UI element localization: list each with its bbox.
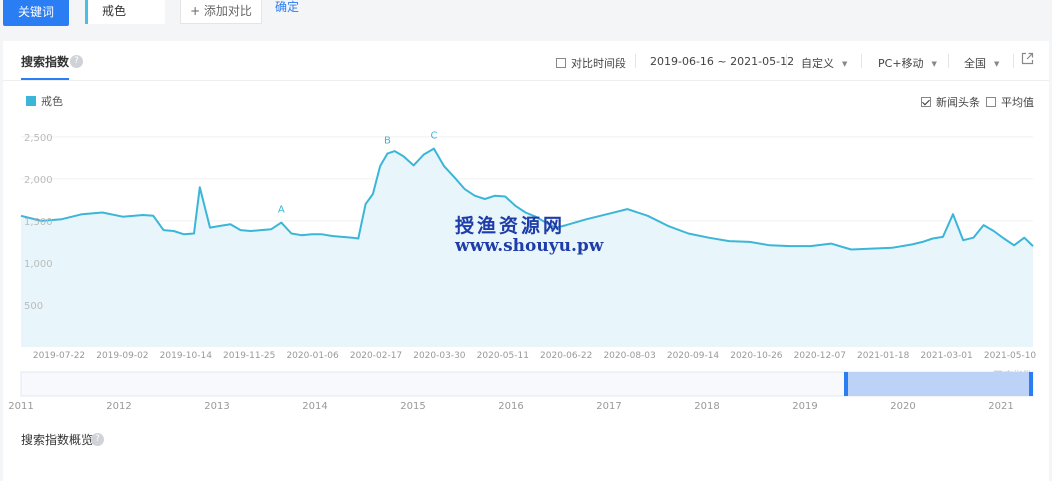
annotation-label: A (278, 205, 285, 216)
navigator-year-label: 2011 (8, 401, 33, 412)
y-tick-label: 2,500 (24, 133, 53, 144)
x-tick-label: 2021-05-10 (984, 351, 1037, 361)
x-tick-label: 2020-08-03 (603, 351, 655, 361)
y-tick-label: 500 (24, 301, 43, 312)
navigator-handle-left (844, 372, 848, 396)
x-tick-label: 2020-01-06 (286, 351, 339, 361)
x-tick-label: 2020-09-14 (667, 351, 720, 361)
annotation-label: B (384, 136, 391, 147)
x-tick-label: 2020-03-30 (413, 351, 466, 361)
x-axis-ticks: 2019-07-22 2019-09-02 2019-10-14 2019-11-25… (33, 351, 1037, 361)
navigator-year-label: 2018 (694, 401, 719, 412)
x-tick-label: 2019-07-22 (33, 351, 85, 361)
watermark-title: 授渔资源网 (455, 215, 566, 237)
x-tick-label: 2020-06-22 (540, 351, 592, 361)
x-tick-label: 2021-03-01 (920, 351, 972, 361)
navigator-handle-right (1029, 372, 1033, 396)
x-tick-label: 2019-11-25 (223, 351, 275, 361)
navigator-year-label: 2020 (890, 401, 915, 412)
x-tick-label: 2021-01-18 (857, 351, 910, 361)
navigator-year-label: 2012 (106, 401, 131, 412)
y-tick-label: 1,500 (24, 217, 53, 228)
navigator-year-label: 2021 (988, 401, 1013, 412)
navigator-year-label: 2017 (596, 401, 621, 412)
x-tick-label: 2020-12-07 (794, 351, 846, 361)
watermark-url: www.shouyu.pw (455, 236, 604, 256)
navigator-year-label: 2016 (498, 401, 523, 412)
navigator-year-label: 2014 (302, 401, 327, 412)
x-tick-label: 2019-10-14 (160, 351, 213, 361)
annotation-label: C (430, 131, 437, 142)
y-tick-label: 2,000 (24, 175, 53, 186)
navigator-year-label: 2019 (792, 401, 817, 412)
navigator-year-label: 2013 (204, 401, 229, 412)
navigator-year-label: 2015 (400, 401, 425, 412)
y-tick-label: 1,000 (24, 259, 53, 270)
navigator-selection (845, 372, 1030, 396)
x-tick-label: 2020-05-11 (477, 351, 529, 361)
time-navigator[interactable]: 2011 2012 2013 2014 2015 2016 2017 2018 2019 2020… (8, 371, 1034, 412)
x-tick-label: 2020-02-17 (350, 351, 402, 361)
x-tick-label: 2020-10-26 (730, 351, 783, 361)
x-tick-label: 2019-09-02 (96, 351, 148, 361)
